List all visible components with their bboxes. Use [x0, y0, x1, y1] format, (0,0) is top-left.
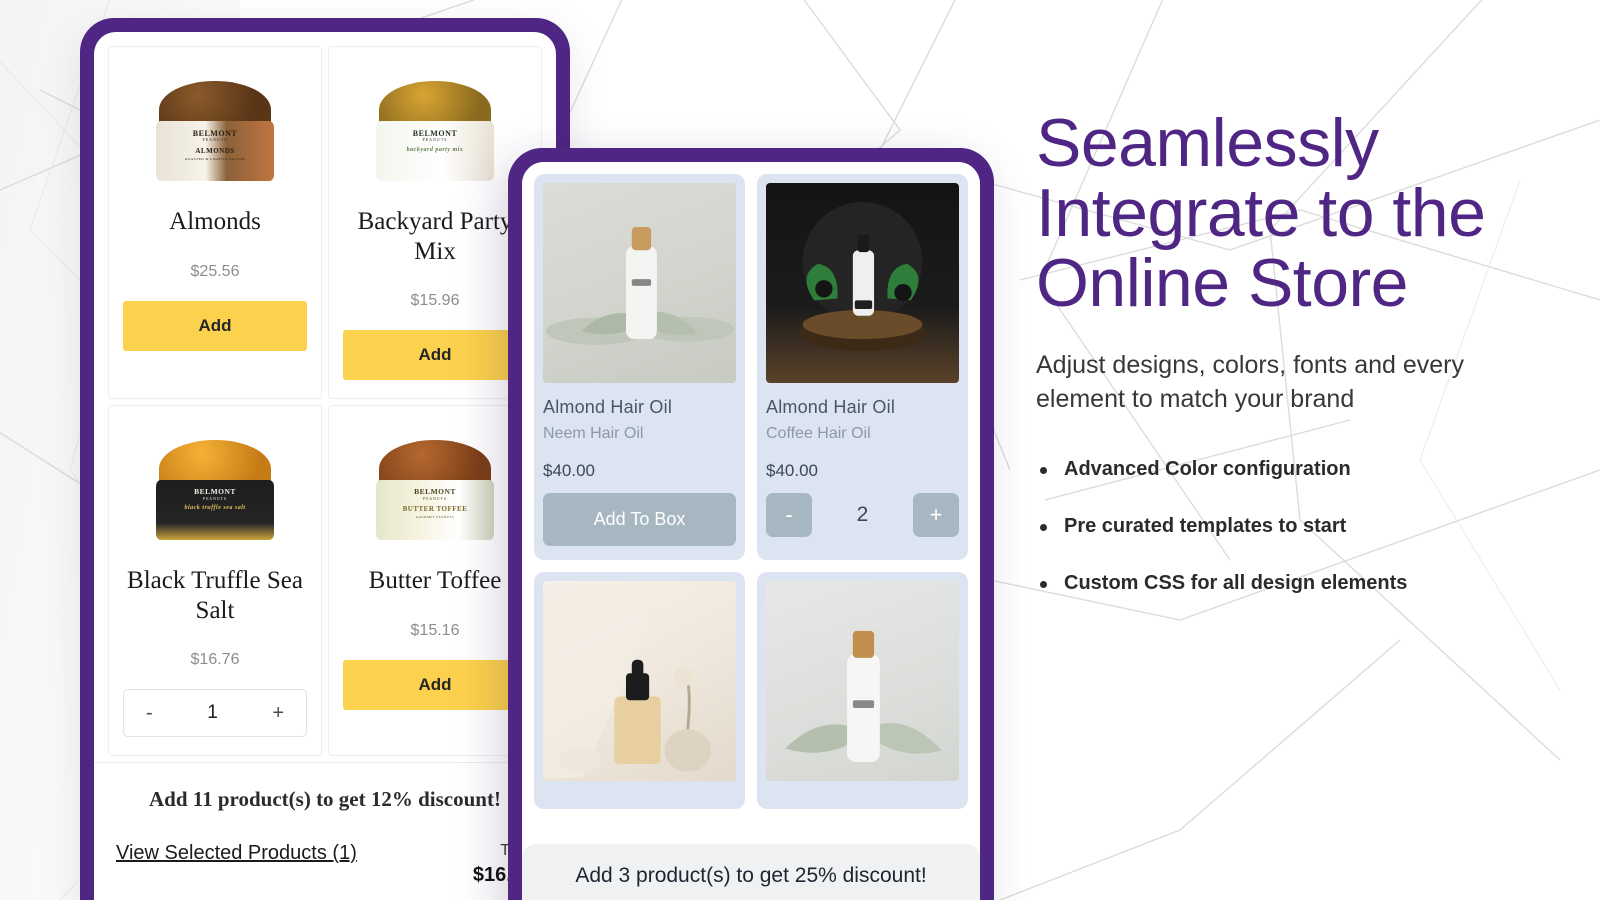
discount-promo-text: Add 11 product(s) to get 12% discount! [149, 787, 501, 811]
can-sub-line: PEANUTS [202, 496, 228, 501]
add-button[interactable]: Add [343, 659, 527, 710]
product-price: $40.00 [543, 461, 595, 480]
cart-summary-front: Add 3 product(s) to get 25% discount! Vi… [522, 844, 980, 900]
discount-promo-text: Add 3 product(s) to get 25% discount! [575, 864, 927, 887]
product-image-coffee-hair-oil [766, 183, 959, 383]
can-desc-line: GOURMET PEANUTS [415, 515, 455, 520]
decrement-button[interactable]: - [766, 493, 812, 537]
list-item: Advanced Color configuration [1036, 458, 1536, 481]
product-image-eucalyptus-bottle [766, 581, 959, 781]
product-card-almond-hair-oil-coffee[interactable]: Almond Hair Oil Coffee Hair Oil $40.00 -… [757, 174, 968, 560]
phone-mockup-back: BELMONT PEANUTS ALMONDS ROASTED & LIGHTL… [80, 18, 570, 900]
product-subtitle: Neem Hair Oil [543, 425, 644, 442]
product-subtitle: Coffee Hair Oil [766, 425, 871, 442]
list-item: Custom CSS for all design elements [1036, 572, 1536, 595]
add-button[interactable]: Add [123, 300, 307, 351]
product-title: Backyard Party Mix [357, 208, 513, 265]
phone-screen-back: BELMONT PEANUTS ALMONDS ROASTED & LIGHTL… [94, 32, 556, 900]
product-card-serum-dropper[interactable] [534, 572, 745, 809]
can-sub-line: PEANUTS [422, 137, 448, 143]
bottle-illustration-coffee [798, 201, 927, 351]
can-sub-line: PEANUTS [202, 137, 228, 143]
product-image-almonds: BELMONT PEANUTS ALMONDS ROASTED & LIGHTL… [151, 77, 279, 181]
product-price: $16.76 [190, 651, 240, 668]
quantity-stepper[interactable]: - 2 + [766, 493, 959, 537]
product-image-butter-toffee: BELMONT PEANUTS BUTTER TOFFEE GOURMET PE… [371, 436, 499, 540]
can-brand-line: BELMONT [194, 487, 236, 496]
can-brand-line: BELMONT [414, 487, 456, 496]
can-variant-line: BUTTER TOFFEE [402, 504, 468, 513]
product-image-neem-hair-oil [543, 183, 736, 383]
subtitle-text: Adjust designs, colors, fonts and every … [1036, 351, 1465, 414]
increment-button[interactable]: + [272, 703, 284, 723]
product-title: Black Truffle Sea Salt [127, 567, 303, 624]
view-selected-products-link[interactable]: View Selected Products (1) [116, 842, 357, 865]
oil-product-list: Almond Hair Oil Neem Hair Oil $40.00 Add… [522, 162, 980, 809]
bottle-illustration-neem [545, 227, 735, 345]
product-card-almond-hair-oil-neem[interactable]: Almond Hair Oil Neem Hair Oil $40.00 Add… [534, 174, 745, 560]
bottle-illustration-eucalyptus [785, 630, 942, 763]
product-price: $15.16 [410, 621, 460, 639]
can-variant-line: backyard party mix [406, 146, 464, 153]
slide-canvas: BELMONT PEANUTS ALMONDS ROASTED & LIGHTL… [0, 0, 1600, 900]
product-image-backyard-party-mix: BELMONT PEANUTS backyard party mix [371, 77, 499, 181]
product-name: Almond Hair Oil [543, 397, 673, 417]
cart-summary-row: View Selected Products (1) Total $16.76 [116, 842, 534, 887]
product-price: $15.96 [410, 292, 460, 309]
can-variant-line: black truffle sea salt [184, 504, 246, 511]
phone-screen-front: Almond Hair Oil Neem Hair Oil $40.00 Add… [522, 162, 980, 900]
list-item: Pre curated templates to start [1036, 515, 1536, 538]
feature-bullet-list: Advanced Color configuration Pre curated… [1036, 458, 1536, 595]
quantity-stepper[interactable]: - 1 + [123, 689, 307, 737]
product-card-almonds[interactable]: BELMONT PEANUTS ALMONDS ROASTED & LIGHTL… [108, 46, 322, 399]
product-image-serum-dropper [543, 581, 736, 781]
add-button[interactable]: Add [343, 330, 527, 380]
quantity-value: 2 [856, 503, 869, 526]
phone-mockup-front: Almond Hair Oil Neem Hair Oil $40.00 Add… [508, 148, 994, 900]
decrement-button[interactable]: - [146, 703, 153, 723]
bottle-illustration-serum [543, 584, 711, 778]
product-title: Butter Toffee [368, 567, 502, 594]
add-to-box-button[interactable]: Add To Box [543, 493, 736, 546]
product-name: Almond Hair Oil [766, 397, 896, 417]
product-image-black-truffle-sea-salt: BELMONT PEANUTS black truffle sea salt [151, 436, 279, 540]
can-variant-line: ALMONDS [195, 146, 235, 155]
nut-product-grid: BELMONT PEANUTS ALMONDS ROASTED & LIGHTL… [94, 32, 556, 756]
product-card-black-truffle-sea-salt[interactable]: BELMONT PEANUTS black truffle sea salt B… [108, 405, 322, 756]
cart-summary-back: Add 11 product(s) to get 12% discount! V… [94, 762, 556, 887]
product-price: $25.56 [190, 262, 240, 280]
page-title: Seamlessly Integrate to the Online Store [1036, 105, 1486, 322]
product-price: $40.00 [766, 461, 818, 480]
marketing-copy-column: Seamlessly Integrate to the Online Store… [1036, 108, 1536, 629]
oil-product-grid: Almond Hair Oil Neem Hair Oil $40.00 Add… [534, 174, 968, 809]
product-title: Almonds [169, 208, 261, 235]
can-sub-line: PEANUTS [422, 496, 448, 501]
can-desc-line: ROASTED & LIGHTLY SALTED [185, 156, 245, 161]
product-card-eucalyptus-bottle[interactable] [757, 572, 968, 809]
quantity-value: 1 [207, 702, 218, 723]
increment-button[interactable]: + [913, 493, 959, 537]
